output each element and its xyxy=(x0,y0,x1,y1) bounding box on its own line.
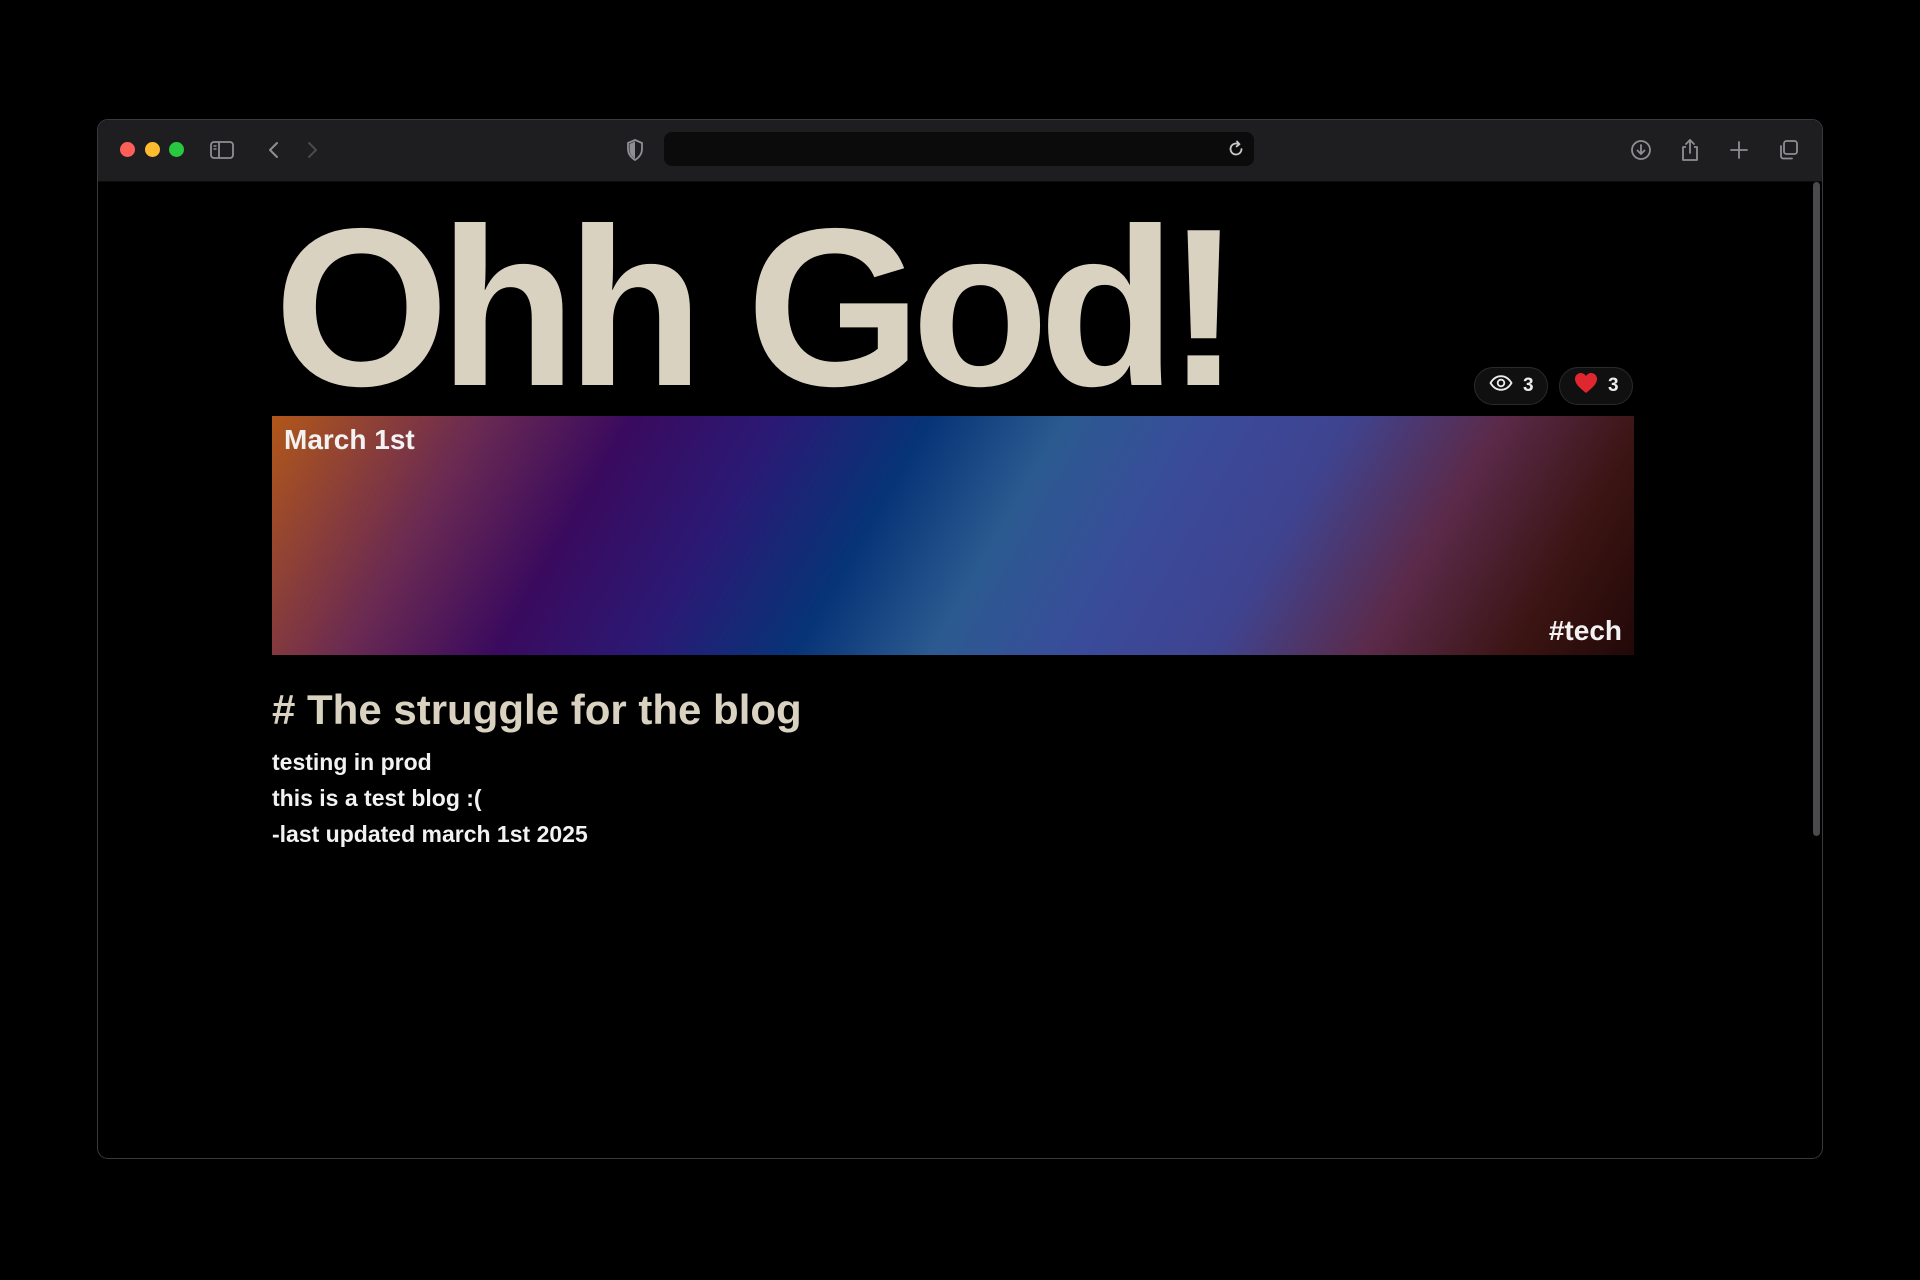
minimize-window-button[interactable] xyxy=(145,142,160,157)
address-bar[interactable] xyxy=(664,132,1254,166)
browser-window: Ohh God! 3 3 March 1st #tech # The strug… xyxy=(97,119,1823,1159)
close-window-button[interactable] xyxy=(120,142,135,157)
post-banner[interactable]: March 1st #tech xyxy=(272,416,1634,655)
forward-icon[interactable] xyxy=(298,136,326,164)
post-line: testing in prod xyxy=(272,749,432,775)
views-counter: 3 xyxy=(1474,367,1548,405)
browser-toolbar xyxy=(98,120,1822,182)
new-tab-icon[interactable] xyxy=(1725,136,1753,164)
download-icon[interactable] xyxy=(1627,136,1655,164)
scrollbar-thumb[interactable] xyxy=(1813,182,1820,836)
heart-icon xyxy=(1574,372,1598,400)
post-tag[interactable]: #tech xyxy=(1549,615,1622,647)
post-heading: # The struggle for the blog xyxy=(272,686,802,733)
sidebar-icon[interactable] xyxy=(208,136,236,164)
post-body: testing in prod this is a test blog :( -… xyxy=(272,744,588,852)
post-line: -last updated march 1st 2025 xyxy=(272,821,588,847)
page-content: Ohh God! 3 3 March 1st #tech # The strug… xyxy=(98,181,1822,1158)
views-count: 3 xyxy=(1523,375,1534,396)
likes-count: 3 xyxy=(1608,375,1619,396)
reload-icon[interactable] xyxy=(1224,137,1248,161)
post-date: March 1st xyxy=(284,424,415,455)
privacy-shield-icon[interactable] xyxy=(621,136,649,164)
eye-icon xyxy=(1489,375,1513,397)
share-icon[interactable] xyxy=(1676,136,1704,164)
page-title: Ohh God! xyxy=(274,181,1241,433)
tab-overview-icon[interactable] xyxy=(1774,136,1802,164)
post-line: this is a test blog :( xyxy=(272,785,482,811)
zoom-window-button[interactable] xyxy=(169,142,184,157)
back-icon[interactable] xyxy=(260,136,288,164)
like-button[interactable]: 3 xyxy=(1559,367,1633,405)
